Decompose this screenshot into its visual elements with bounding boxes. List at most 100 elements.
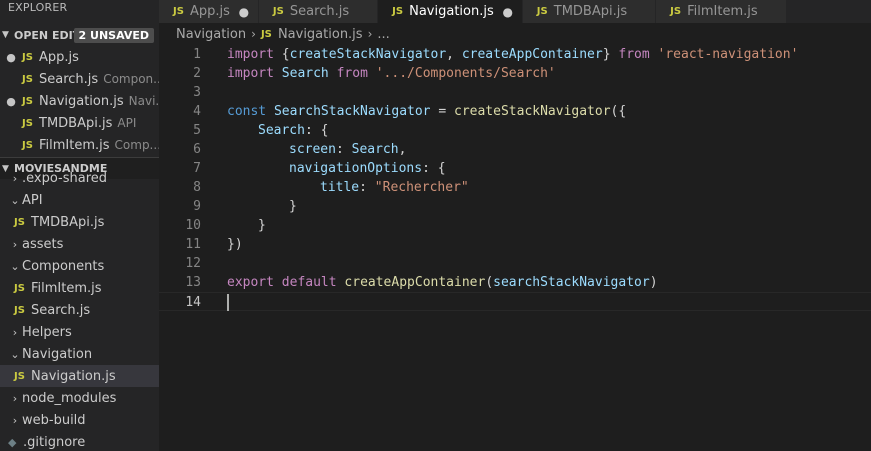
explorer-title: EXPLORER (8, 1, 68, 14)
chevron-right-icon: › (251, 27, 256, 41)
tree-file-filmitem[interactable]: JS FilmItem.js (0, 277, 159, 299)
tree-label: Navigation (22, 346, 93, 362)
tree-label: node_modules (22, 390, 117, 406)
tab-label: Navigation.js (409, 4, 494, 19)
code-line[interactable]: 10 } (159, 216, 871, 235)
code-line[interactable]: 2 import Search from '.../Components/Sea… (159, 64, 871, 83)
open-editor-item-navigation[interactable]: ● JS Navigation.js Navi... (0, 90, 159, 112)
code-text: } (258, 218, 266, 233)
js-file-icon: JS (173, 6, 184, 17)
tree-file-navigation[interactable]: JS Navigation.js (0, 365, 159, 387)
code-editor[interactable]: 1 import {createStackNavigator, createAp… (159, 45, 871, 451)
open-editor-item-tmdbapi[interactable]: JS TMDBApi.js API (0, 112, 159, 134)
tab-label: Search.js (289, 4, 350, 19)
js-file-icon: JS (14, 370, 25, 382)
js-file-icon: JS (22, 95, 33, 107)
code-line[interactable]: 11 }) (159, 235, 871, 254)
line-number: 5 (193, 123, 201, 138)
code-line[interactable]: 8 title: "Rechercher" (159, 178, 871, 197)
tree-folder-assets[interactable]: › assets (0, 233, 159, 255)
open-editor-description: API (117, 116, 137, 130)
tree-file-search[interactable]: JS Search.js (0, 299, 159, 321)
breadcrumb-file[interactable]: Navigation.js (278, 27, 363, 42)
js-file-icon: JS (536, 6, 548, 17)
open-editor-description: Comp... (114, 138, 159, 152)
line-number: 13 (185, 275, 201, 290)
line-number: 8 (193, 180, 201, 195)
unsaved-dot-icon[interactable]: ● (0, 95, 22, 108)
line-number: 10 (185, 218, 201, 233)
line-number: 2 (193, 66, 201, 81)
js-file-icon: JS (22, 51, 33, 63)
code-text: import {createStackNavigator, createAppC… (227, 47, 799, 62)
tree-file-tmdbapi[interactable]: JS TMDBApi.js (0, 211, 159, 233)
tree-folder-navigation[interactable]: ⌄ Navigation (0, 343, 159, 365)
tree-label: TMDBApi.js (31, 214, 105, 230)
tree-label: FilmItem.js (31, 280, 102, 296)
tab-app-js[interactable]: JS App.js ● (159, 0, 259, 23)
line-number: 14 (185, 295, 201, 310)
js-file-icon: JS (22, 117, 33, 129)
tab-filmitem-js[interactable]: JS FilmItem.js (656, 0, 787, 23)
tree-label: .expo-shared (22, 170, 108, 186)
tab-label: App.js (190, 4, 230, 19)
chevron-right-icon: › (12, 391, 18, 405)
code-line[interactable]: 9 } (159, 197, 871, 216)
code-line[interactable]: 7 navigationOptions: { (159, 159, 871, 178)
tree-file-gitignore[interactable]: ◆ .gitignore (0, 431, 159, 451)
open-editor-filename: App.js (39, 49, 79, 65)
tree-label: .gitignore (23, 434, 86, 450)
tree-folder-api[interactable]: ⌄ API (0, 189, 159, 211)
breadcrumb: Navigation › JS Navigation.js › ... (159, 23, 871, 45)
chevron-down-icon: ⌄ (10, 347, 20, 361)
js-file-icon: JS (272, 6, 284, 17)
code-line[interactable]: 12 (159, 254, 871, 273)
tree-label: web-build (22, 412, 86, 428)
code-line[interactable]: 4 const SearchStackNavigator = createSta… (159, 102, 871, 121)
tree-folder-web-build[interactable]: › web-build (0, 409, 159, 431)
line-number: 4 (193, 104, 201, 119)
unsaved-dot-icon[interactable]: ● (230, 5, 258, 19)
tree-label: assets (22, 236, 64, 252)
js-file-icon: JS (22, 139, 33, 151)
code-line[interactable]: 5 Search: { (159, 121, 871, 140)
tab-navigation-js[interactable]: JS Navigation.js ● (378, 0, 523, 23)
open-editor-filename: TMDBApi.js (39, 115, 113, 131)
tree-folder-helpers[interactable]: › Helpers (0, 321, 159, 343)
code-line[interactable]: 6 screen: Search, (159, 140, 871, 159)
open-editors-title: OPEN EDITO... (14, 28, 74, 42)
tree-label: Components (22, 258, 105, 274)
chevron-down-icon: ▼ (2, 30, 9, 40)
tree-folder-node-modules[interactable]: › node_modules (0, 387, 159, 409)
tab-tmdbapi-js[interactable]: JS TMDBApi.js (522, 0, 657, 23)
code-text: Search: { (258, 123, 329, 138)
open-editor-item-app[interactable]: ● JS App.js (0, 46, 159, 68)
open-editor-filename: Navigation.js (39, 93, 124, 109)
code-text: } (289, 199, 297, 214)
line-number: 9 (193, 199, 201, 214)
js-file-icon: JS (22, 73, 33, 85)
tab-search-js[interactable]: JS Search.js (258, 0, 379, 23)
open-editor-item-filmitem[interactable]: JS FilmItem.js Comp... (0, 134, 159, 156)
code-line[interactable]: 13 export default createAppContainer(sea… (159, 273, 871, 292)
chevron-right-icon: › (367, 27, 373, 41)
code-line[interactable]: 1 import {createStackNavigator, createAp… (159, 45, 871, 64)
js-file-icon: JS (392, 6, 404, 17)
unsaved-dot-icon[interactable]: ● (494, 5, 522, 19)
code-line-current[interactable]: 14 (159, 292, 871, 311)
tree-label: API (22, 192, 43, 208)
open-editor-item-search[interactable]: JS Search.js Compon... (0, 68, 159, 90)
unsaved-badge: 2 UNSAVED (73, 27, 154, 43)
code-text: screen: Search, (289, 142, 407, 157)
open-editors-header[interactable]: ▼ OPEN EDITO... 2 UNSAVED (0, 24, 159, 46)
line-number: 3 (193, 85, 201, 100)
line-number: 12 (185, 256, 201, 271)
chevron-right-icon: › (12, 325, 18, 339)
breadcrumb-folder[interactable]: Navigation (176, 27, 246, 42)
tree-folder-components[interactable]: ⌄ Components (0, 255, 159, 277)
breadcrumb-trail[interactable]: ... (377, 27, 389, 42)
unsaved-dot-icon[interactable]: ● (0, 51, 22, 64)
file-tree: › .expo-shared ⌄ API JS TMDBApi.js › ass… (0, 167, 159, 451)
code-line[interactable]: 3 (159, 83, 871, 102)
code-text: }) (227, 237, 243, 252)
